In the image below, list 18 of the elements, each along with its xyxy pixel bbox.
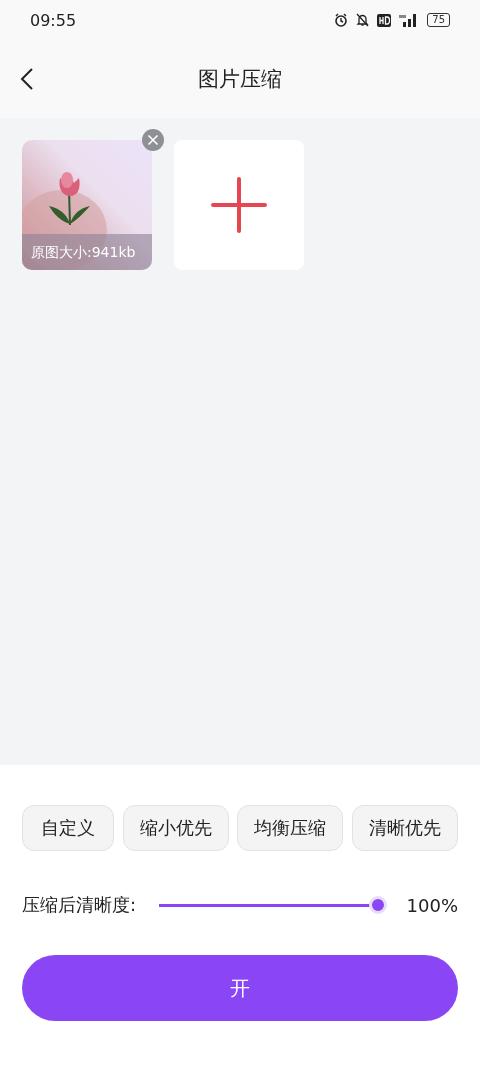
plus-icon bbox=[211, 177, 267, 233]
bell-muted-icon bbox=[356, 13, 370, 27]
alarm-icon bbox=[334, 13, 349, 27]
preset-button[interactable]: 缩小优先 bbox=[122, 805, 229, 851]
size-caption: 原图大小:941kb bbox=[22, 234, 152, 270]
battery-icon: 75 bbox=[427, 13, 450, 27]
add-image-button[interactable] bbox=[174, 140, 304, 270]
preset-button[interactable]: 清晰优先 bbox=[351, 805, 458, 851]
quality-value: 100% bbox=[406, 894, 458, 916]
close-icon[interactable] bbox=[142, 129, 164, 151]
preset-button[interactable]: 自定义 bbox=[22, 805, 114, 851]
quality-label: 压缩后清晰度: bbox=[22, 893, 137, 917]
page-title: 图片压缩 bbox=[198, 66, 282, 93]
back-icon[interactable] bbox=[20, 67, 34, 91]
hd-icon bbox=[377, 13, 392, 27]
preset-button[interactable]: 均衡压缩 bbox=[237, 805, 344, 851]
start-button[interactable]: 开 bbox=[22, 955, 458, 1021]
status-time: 09:55 bbox=[30, 10, 77, 30]
